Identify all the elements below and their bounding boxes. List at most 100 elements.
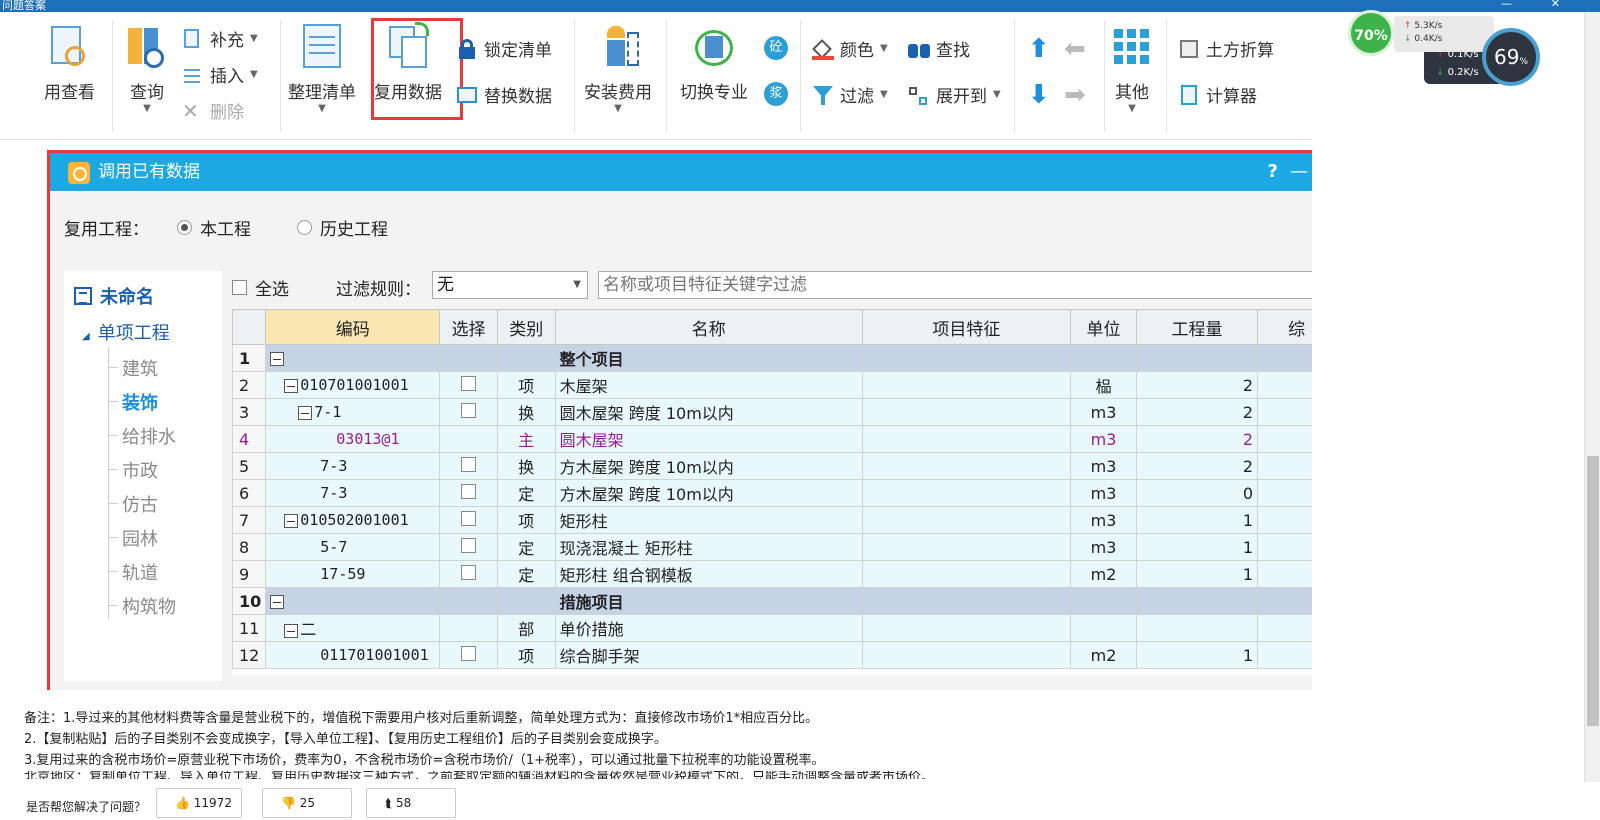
radio-history-label[interactable]: 历史工程 <box>320 215 388 240</box>
slurry-badge-button[interactable]: 浆 <box>764 82 788 106</box>
col-overflow[interactable]: 综 <box>1257 309 1312 345</box>
delete-button[interactable]: ✕ 删除 <box>182 98 244 124</box>
switch-major-button[interactable]: 切换专业 <box>680 22 748 103</box>
table-row[interactable]: 6 7-3 定 方木屋架 跨度 10m以内 m3 0 <box>232 479 1312 507</box>
supplement-button[interactable]: 补充 ▼ <box>182 26 258 51</box>
row-checkbox[interactable] <box>461 402 477 418</box>
table-row[interactable]: 4 03013@1 主 圆木屋架 m3 2 <box>232 425 1312 453</box>
tree-item-rail[interactable]: 轨道 <box>108 559 158 585</box>
unit-cell <box>1070 344 1137 372</box>
share-button[interactable]: ⮬ 58 <box>366 788 456 818</box>
query-label: 查询 <box>130 83 164 103</box>
table-row[interactable]: 10 措施项目 <box>232 587 1312 615</box>
collapse-icon[interactable] <box>284 513 299 528</box>
row-checkbox[interactable] <box>461 456 477 472</box>
radio-history-project[interactable] <box>297 220 312 235</box>
collapse-icon[interactable] <box>298 405 313 420</box>
tree-item-garden[interactable]: 园林 <box>108 525 158 551</box>
row-checkbox[interactable] <box>461 564 477 580</box>
collapse-icon[interactable] <box>270 595 285 609</box>
row-checkbox[interactable] <box>461 645 477 661</box>
col-name[interactable]: 名称 <box>554 309 863 345</box>
tree-item-plumbing[interactable]: 给排水 <box>108 423 176 449</box>
table-row[interactable]: 2 010701001001 项 木屋架 榀 2 <box>232 371 1312 399</box>
install-fee-button[interactable]: 安装费用 ▼ <box>584 22 652 114</box>
tree-branch-single-project[interactable]: ◢ 单项工程 <box>82 319 170 345</box>
replace-data-button[interactable]: 替换数据 <box>456 82 552 107</box>
collapse-icon[interactable] <box>284 623 299 638</box>
tree-root[interactable]: 未命名 <box>74 283 154 309</box>
dialog-minimize-button[interactable]: — <box>1290 153 1308 191</box>
switch-major-icon <box>691 22 737 72</box>
help-button[interactable]: ? <box>1268 153 1278 191</box>
table-row[interactable]: 5 7-3 换 方木屋架 跨度 10m以内 m3 2 <box>232 452 1312 480</box>
filter-rule-select[interactable]: 无 ▼ <box>432 271 588 299</box>
move-up-arrow-icon[interactable]: ⬆ <box>1028 34 1050 64</box>
move-left-arrow-icon[interactable]: ⬅ <box>1064 34 1086 64</box>
expand-to-button[interactable]: 展开到 ▼ <box>908 82 1001 107</box>
select-all-box[interactable] <box>232 280 247 295</box>
other-button[interactable]: 其他 ▼ <box>1112 22 1152 114</box>
query-button[interactable]: 查询 ▼ <box>124 22 170 114</box>
select-cell <box>439 479 498 507</box>
tree-item-municipal[interactable]: 市政 <box>108 457 158 483</box>
tree-item-architecture[interactable]: 建筑 <box>108 355 158 381</box>
row-checkbox[interactable] <box>461 510 477 526</box>
lock-list-label: 锁定清单 <box>484 41 552 61</box>
close-button[interactable]: ✕ <box>1551 0 1560 10</box>
col-type[interactable]: 类别 <box>496 309 556 345</box>
tree-item-decoration[interactable]: 装饰 <box>108 389 158 415</box>
col-unit[interactable]: 单位 <box>1070 309 1137 345</box>
concrete-badge-button[interactable]: 砼 <box>764 36 788 60</box>
code-cell: 03013@1 <box>265 425 441 453</box>
move-right-arrow-icon[interactable]: ➡ <box>1064 80 1086 110</box>
row-checkbox[interactable] <box>461 375 477 391</box>
dislike-button[interactable]: 👎 25 <box>262 788 352 818</box>
col-select[interactable]: 选择 <box>439 309 498 345</box>
collapse-icon[interactable] <box>270 352 285 366</box>
type-cell: 换 <box>496 398 556 426</box>
insert-rows-icon <box>182 64 204 86</box>
move-down-arrow-icon[interactable]: ⬇ <box>1028 80 1050 110</box>
table-row[interactable]: 12 011701001001 项 综合脚手架 m2 1 <box>232 641 1312 669</box>
like-button[interactable]: 👍 11972 <box>156 788 242 818</box>
radio-current-project[interactable] <box>177 220 192 235</box>
type-cell: 项 <box>496 371 556 399</box>
collapse-icon[interactable] <box>284 378 299 393</box>
page-scrollbar[interactable] <box>1584 12 1600 782</box>
table-row[interactable]: 11 二 部 单价措施 <box>232 614 1312 642</box>
code-cell: 010701001001 <box>265 371 441 399</box>
tree-item-structure[interactable]: 构筑物 <box>108 593 176 619</box>
row-checkbox[interactable] <box>461 537 477 553</box>
table-row[interactable]: 7 010502001001 项 矩形柱 m3 1 <box>232 506 1312 534</box>
document-plus-icon <box>182 28 204 50</box>
col-quantity[interactable]: 工程量 <box>1135 309 1259 345</box>
earthwork-conversion-button[interactable]: 土方折算 <box>1178 36 1274 61</box>
row-checkbox[interactable] <box>461 483 477 499</box>
chevron-down-icon: ▼ <box>143 103 151 114</box>
table-row[interactable]: 9 17-59 定 矩形柱 组合钢模板 m2 1 <box>232 560 1312 588</box>
organize-list-button[interactable]: 整理清单 ▼ <box>288 22 356 114</box>
insert-button[interactable]: 插入 ▼ <box>182 62 258 87</box>
calculator-button[interactable]: 计算器 <box>1178 82 1257 107</box>
network-monitor-widget[interactable]: ↑ 0.1K/s ↓ 0.2K/s ↑ 5.3K/s ↓ 0.4K/s 70% … <box>1348 6 1540 86</box>
row-number: 6 <box>232 479 267 507</box>
table-row[interactable]: 1 整个项目 <box>232 344 1312 372</box>
keyword-filter-input[interactable] <box>598 271 1312 299</box>
col-code[interactable]: 编码 <box>265 309 441 345</box>
filter-button[interactable]: 过滤 ▼ <box>812 82 888 107</box>
scrollbar-thumb[interactable] <box>1587 456 1599 726</box>
select-all-checkbox[interactable]: 全选 <box>232 275 289 300</box>
table-row[interactable]: 8 5-7 定 现浇混凝土 矩形柱 m3 1 <box>232 533 1312 561</box>
radio-current-label[interactable]: 本工程 <box>200 215 251 240</box>
feature-cell <box>861 398 1072 426</box>
color-button[interactable]: 颜色 ▼ <box>812 36 888 61</box>
ribbon-toolbar: 用查看 查询 ▼ 补充 ▼ 插入 ▼ ✕ 删除 整理清单 ▼ 复用数据 锁定清单… <box>0 12 1312 140</box>
lock-list-button[interactable]: 锁定清单 <box>456 36 552 61</box>
find-button[interactable]: 查找 <box>908 36 970 61</box>
table-row[interactable]: 3 7-1 换 圆木屋架 跨度 10m以内 m3 2 <box>232 398 1312 426</box>
tree-branch-label: 单项工程 <box>97 323 170 344</box>
tree-item-antique[interactable]: 仿古 <box>108 491 158 517</box>
view-usage-button[interactable]: 用查看 <box>44 22 95 103</box>
col-feature[interactable]: 项目特征 <box>861 309 1072 345</box>
